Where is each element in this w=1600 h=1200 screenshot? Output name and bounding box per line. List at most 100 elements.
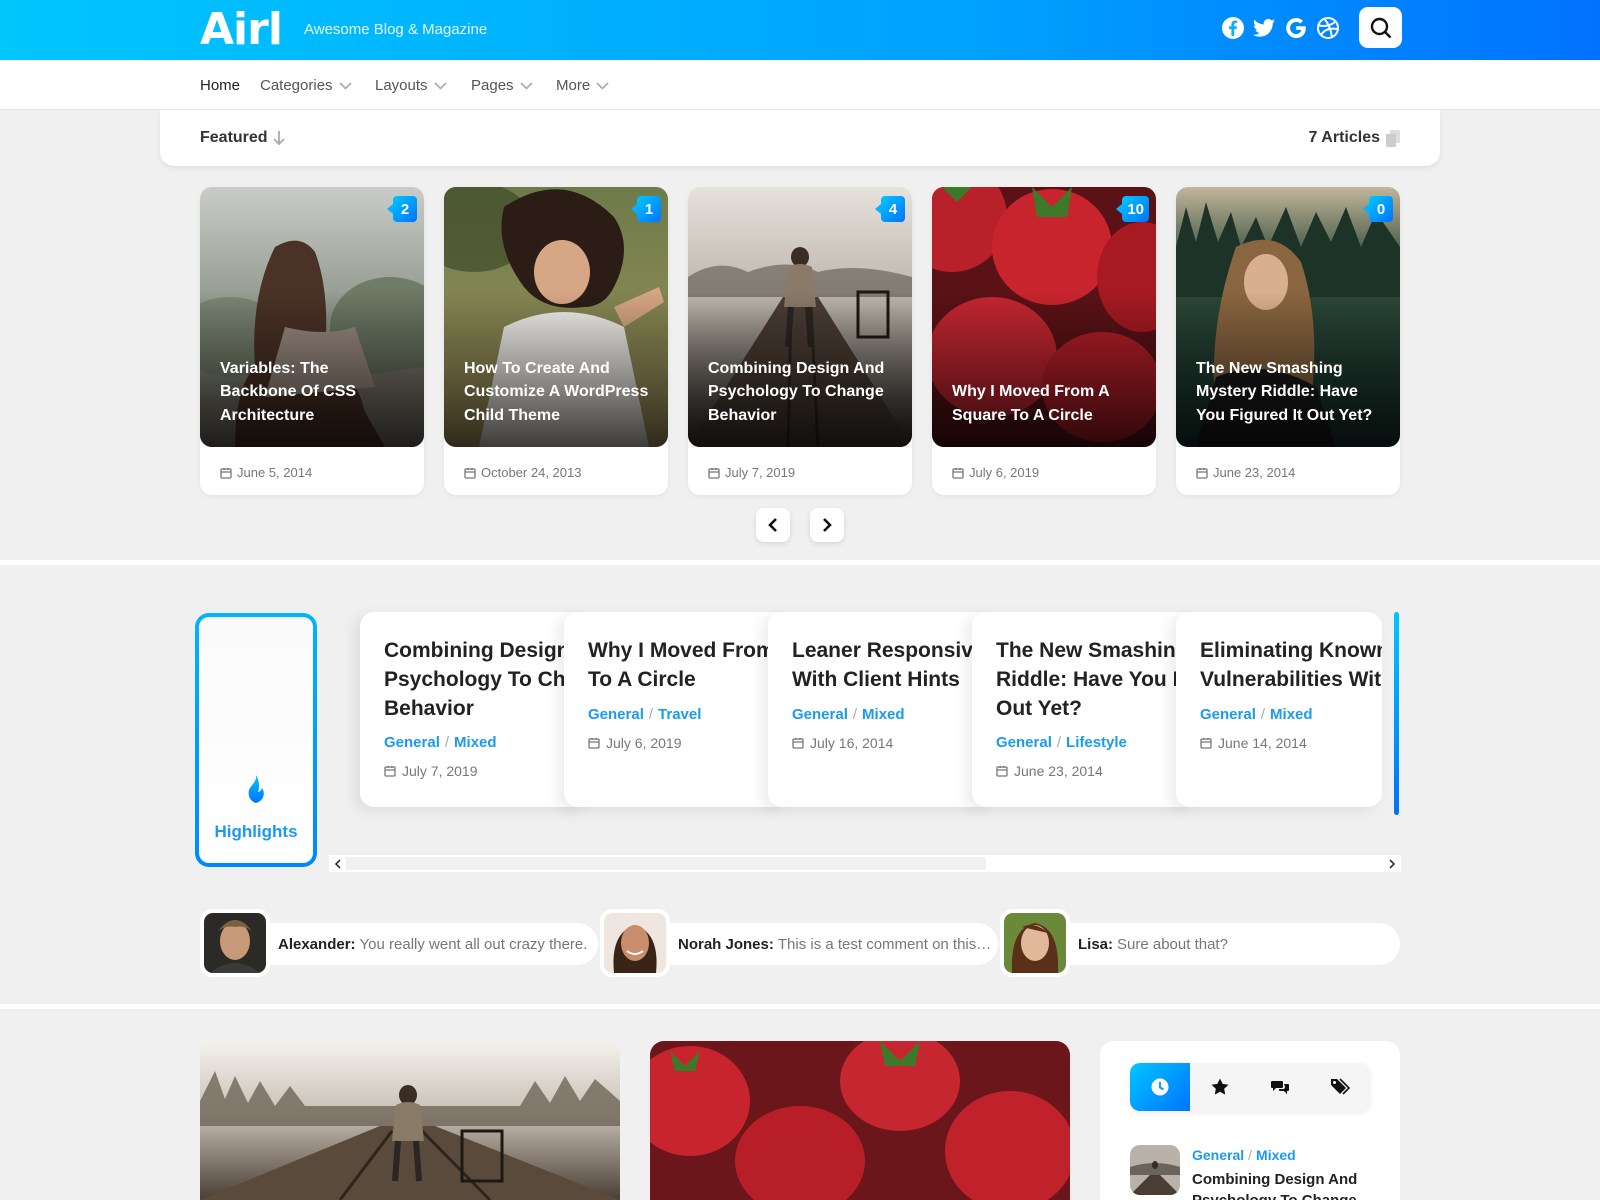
site-logo[interactable]: Airl bbox=[200, 4, 283, 55]
avatar[interactable] bbox=[200, 909, 270, 977]
category-link[interactable]: General bbox=[588, 706, 644, 723]
carousel-prev-button[interactable] bbox=[756, 508, 790, 542]
highlight-card[interactable]: Eliminating Known Vulnerabilities Wit Ge… bbox=[1176, 612, 1382, 807]
post-image[interactable]: Variables: The Backbone Of CSS Architect… bbox=[200, 187, 424, 447]
post-image[interactable]: The New Smashing Mystery Riddle: Have Yo… bbox=[1176, 187, 1400, 447]
articles-count: 7 Articles bbox=[1309, 129, 1400, 147]
scroll-left-icon[interactable] bbox=[333, 859, 343, 869]
post-date: June 5, 2014 bbox=[220, 465, 312, 480]
category-link[interactable]: Travel bbox=[658, 706, 701, 723]
chevron-down-icon bbox=[519, 81, 533, 90]
highlight-card[interactable]: Leaner Responsive With Client Hints Gene… bbox=[768, 612, 994, 807]
highlight-card[interactable]: The New Smashing Riddle: Have You F Out … bbox=[972, 612, 1198, 807]
facebook-icon[interactable] bbox=[1220, 15, 1246, 41]
post-categories: General / Mixed bbox=[384, 734, 497, 751]
post-image[interactable]: How To Create And Customize A WordPress … bbox=[444, 187, 668, 447]
category-link[interactable]: General bbox=[384, 734, 440, 751]
site-header: Airl Awesome Blog & Magazine bbox=[0, 0, 1600, 60]
category-link[interactable]: Mixed bbox=[454, 734, 497, 751]
site-tagline: Awesome Blog & Magazine bbox=[304, 21, 488, 38]
featured-card[interactable]: The New Smashing Mystery Riddle: Have Yo… bbox=[1176, 187, 1400, 495]
post-image[interactable]: Combining Design And Psychology To Chang… bbox=[688, 187, 912, 447]
comment-text[interactable]: You really went all out crazy there. bbox=[360, 936, 588, 953]
nav-item-more[interactable]: More bbox=[556, 77, 609, 94]
comment-count-badge[interactable]: 4 bbox=[875, 196, 905, 222]
section-divider bbox=[0, 560, 1600, 565]
nav-item-home[interactable]: Home bbox=[200, 77, 240, 94]
scroll-right-icon[interactable] bbox=[1387, 859, 1397, 869]
chevron-right-icon bbox=[823, 518, 832, 532]
post-title[interactable]: Eliminating Known Vulnerabilities Wit bbox=[1200, 636, 1382, 694]
category-link[interactable]: General bbox=[1200, 706, 1256, 723]
chevron-down-icon bbox=[338, 81, 352, 90]
calendar-icon bbox=[1196, 467, 1208, 479]
post-date: July 7, 2019 bbox=[384, 763, 478, 779]
tab-comments[interactable] bbox=[1250, 1063, 1310, 1111]
featured-card[interactable]: Combining Design And Psychology To Chang… bbox=[688, 187, 912, 495]
horizontal-scrollbar[interactable] bbox=[329, 855, 1401, 872]
post-date: July 6, 2019 bbox=[952, 465, 1039, 480]
comment-author[interactable]: Alexander: bbox=[278, 936, 356, 953]
twitter-icon[interactable] bbox=[1251, 15, 1277, 41]
comment-author[interactable]: Lisa: bbox=[1078, 936, 1113, 953]
tab-popular[interactable] bbox=[1190, 1063, 1250, 1111]
highlight-card[interactable]: Why I Moved From To A Circle General / Tra… bbox=[564, 612, 790, 807]
tags-icon bbox=[1331, 1078, 1350, 1095]
arrow-down-icon bbox=[272, 131, 285, 146]
post-title[interactable]: Variables: The Backbone Of CSS Architect… bbox=[220, 357, 408, 428]
nav-item-layouts[interactable]: Layouts bbox=[375, 77, 447, 94]
comments-icon bbox=[1271, 1081, 1289, 1094]
post-image[interactable] bbox=[200, 1041, 620, 1200]
highlights-label-box: Highlights bbox=[195, 613, 317, 867]
tab-recent[interactable] bbox=[1130, 1063, 1190, 1111]
post-categories: General / Travel bbox=[588, 706, 702, 723]
tab-tags[interactable] bbox=[1310, 1063, 1370, 1111]
post-date: July 7, 2019 bbox=[708, 465, 795, 480]
comment-count-badge[interactable]: 1 bbox=[631, 196, 661, 222]
post-image[interactable]: Why I Moved From A Square To A Circle 10 bbox=[932, 187, 1156, 447]
comment-text[interactable]: This is a test comment on this… bbox=[778, 936, 991, 953]
comment-count-badge[interactable]: 10 bbox=[1116, 196, 1149, 222]
comment-author[interactable]: Norah Jones: bbox=[678, 936, 774, 953]
category-link[interactable]: Lifestyle bbox=[1066, 734, 1127, 751]
post-date: July 16, 2014 bbox=[792, 735, 893, 751]
category-link[interactable]: General bbox=[1192, 1147, 1244, 1163]
post-date: July 6, 2019 bbox=[588, 735, 682, 751]
post-title[interactable]: Leaner Responsive With Client Hints bbox=[792, 636, 994, 694]
comment-count-badge[interactable]: 2 bbox=[387, 196, 417, 222]
featured-card[interactable]: Why I Moved From A Square To A Circle 10… bbox=[932, 187, 1156, 495]
post-title[interactable]: Combining Design Psychology To Cha Behav… bbox=[384, 636, 590, 723]
nav-item-pages[interactable]: Pages bbox=[471, 77, 533, 94]
post-title[interactable]: The New Smashing Riddle: Have You F Out … bbox=[996, 636, 1198, 723]
flame-icon bbox=[248, 775, 264, 803]
post-title[interactable]: The New Smashing Mystery Riddle: Have Yo… bbox=[1196, 357, 1384, 428]
category-link[interactable]: Mixed bbox=[1270, 706, 1313, 723]
nav-item-categories[interactable]: Categories bbox=[260, 77, 352, 94]
carousel-next-button[interactable] bbox=[810, 508, 844, 542]
post-title[interactable]: Combining Design And Psychology To Chang… bbox=[708, 357, 896, 428]
dribbble-icon[interactable] bbox=[1315, 15, 1341, 41]
post-title[interactable]: Combining Design And Psychology To Chang… bbox=[1192, 1169, 1382, 1200]
category-link[interactable]: Mixed bbox=[862, 706, 905, 723]
post-thumbnail[interactable] bbox=[1130, 1145, 1180, 1195]
scrollbar-thumb[interactable] bbox=[346, 857, 986, 870]
section-divider bbox=[0, 1004, 1600, 1009]
calendar-icon bbox=[464, 467, 476, 479]
search-button[interactable] bbox=[1359, 7, 1402, 48]
category-link[interactable]: General bbox=[996, 734, 1052, 751]
post-title[interactable]: How To Create And Customize A WordPress … bbox=[464, 357, 652, 428]
post-title[interactable]: Why I Moved From A Square To A Circle bbox=[952, 380, 1140, 427]
post-image[interactable] bbox=[650, 1041, 1070, 1200]
avatar[interactable] bbox=[1000, 909, 1070, 977]
featured-card[interactable]: Variables: The Backbone Of CSS Architect… bbox=[200, 187, 424, 495]
featured-header: Featured 7 Articles bbox=[160, 110, 1440, 166]
avatar[interactable] bbox=[600, 909, 670, 977]
highlight-card[interactable]: Combining Design Psychology To Cha Behav… bbox=[360, 612, 590, 807]
featured-card[interactable]: How To Create And Customize A WordPress … bbox=[444, 187, 668, 495]
comment-text[interactable]: Sure about that? bbox=[1117, 936, 1228, 953]
category-link[interactable]: General bbox=[792, 706, 848, 723]
post-title[interactable]: Why I Moved From To A Circle bbox=[588, 636, 790, 694]
comment-count-badge[interactable]: 0 bbox=[1363, 196, 1393, 222]
google-icon[interactable] bbox=[1283, 15, 1309, 41]
category-link[interactable]: Mixed bbox=[1256, 1147, 1296, 1163]
